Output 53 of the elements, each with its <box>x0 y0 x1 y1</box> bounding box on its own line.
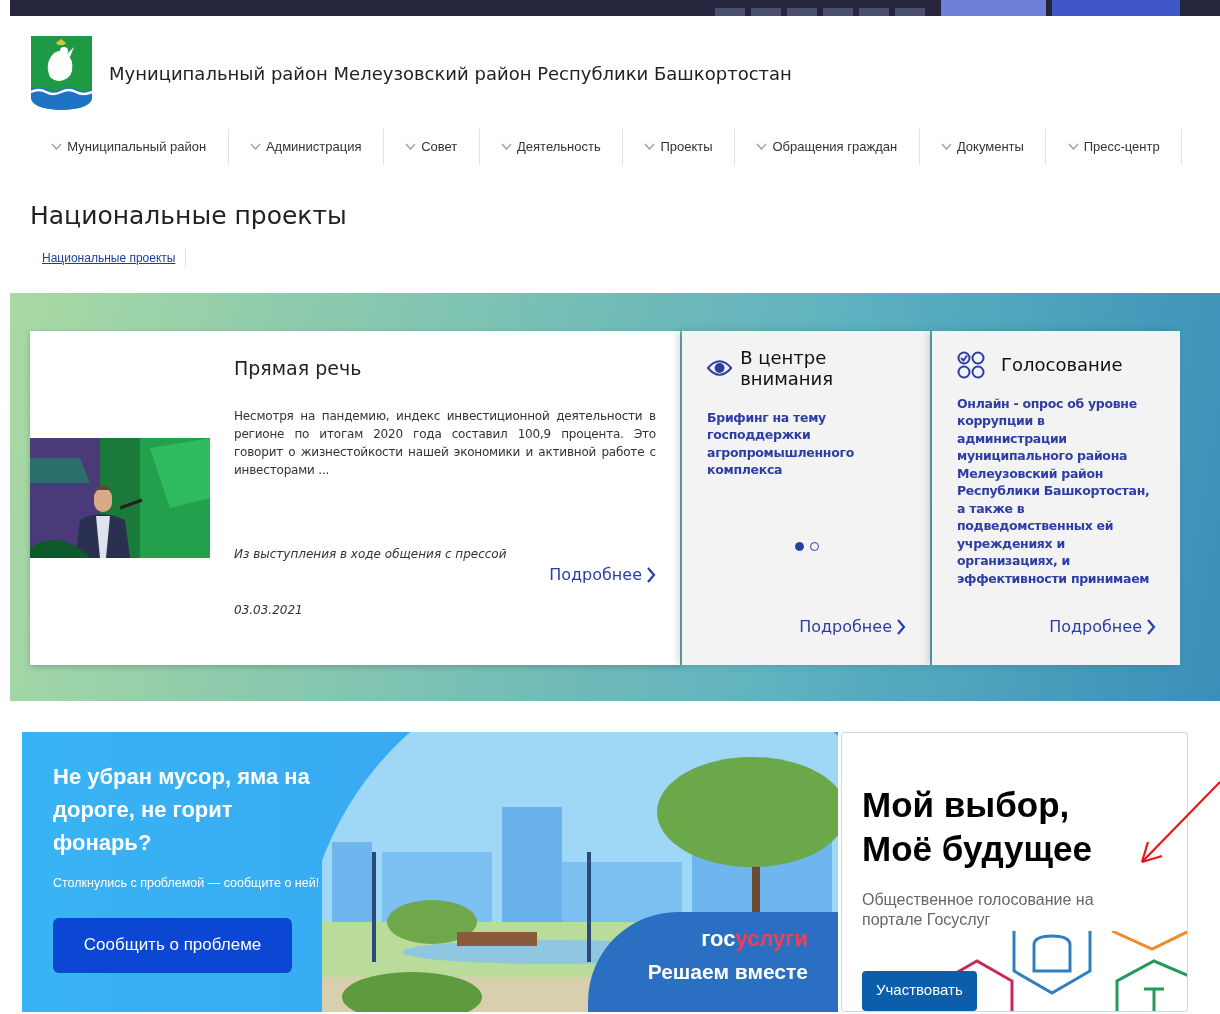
nav-item[interactable]: Проекты <box>623 129 735 165</box>
poll-icon <box>957 350 985 379</box>
report-button[interactable]: Сообщить о проблеме <box>53 917 292 973</box>
nav-item[interactable]: Муниципальный район <box>30 129 229 165</box>
chevron-down-icon <box>756 143 768 151</box>
toolbar-button[interactable] <box>715 8 745 16</box>
card-title: В центре внимания <box>740 346 835 389</box>
brand-slogan: Решаем вместе <box>647 958 808 985</box>
nav-item[interactable]: Совет <box>383 129 480 165</box>
toolbar-button[interactable] <box>751 8 781 16</box>
toolbar-button[interactable] <box>787 8 817 16</box>
news-link[interactable]: Брифинг на тему господдержки агропромышленного комплекса <box>707 408 906 479</box>
banner-heading: Не убран мусор, яма на дороге, не горит фонарь? <box>53 762 311 857</box>
news-date: 03.03.2021 <box>234 602 304 620</box>
news-link[interactable]: Онлайн - опрос об уровне коррупции в администрации муниципального района Мелеузовский район Республики Башкортостан, а также в подведомственных ей учреждениях и организациях, и эффективности принимаем <box>957 394 1156 587</box>
more-link[interactable]: Подробнее <box>799 614 906 639</box>
chevron-right-icon <box>1146 618 1156 635</box>
toolbar-button[interactable] <box>895 8 925 16</box>
nav-item[interactable]: Администрация <box>228 129 384 165</box>
chevron-down-icon <box>405 143 417 151</box>
participate-button[interactable]: Участвовать <box>862 970 977 1011</box>
chevron-down-icon <box>51 143 63 151</box>
toolbar-button[interactable] <box>823 8 853 16</box>
chevron-down-icon <box>249 143 261 151</box>
brand-logo: госуслуги <box>700 925 808 952</box>
site-title: Муниципальный район Мелеузовский район Республики Башкортостан <box>109 61 792 86</box>
news-caption: Из выступления в ходе общения с прессой <box>234 546 508 564</box>
more-link[interactable]: Подробнее <box>1049 614 1156 639</box>
more-link[interactable]: Подробнее <box>549 563 656 588</box>
chevron-down-icon <box>644 143 656 151</box>
banner-text: Столкнулись с проблемой — сообщите о ней! <box>53 874 321 892</box>
carousel-dot[interactable] <box>794 542 804 551</box>
chevron-down-icon <box>940 143 952 151</box>
chevron-down-icon <box>1067 143 1079 151</box>
coat-of-arms-icon <box>30 35 93 111</box>
chevron-right-icon <box>646 567 656 584</box>
banner-text: Общественное голосование на портале Госуслуг <box>862 889 1095 930</box>
news-text: Несмотря на пандемию, индекс инвестиционной деятельности в регионе по итогам 2020 года составил 100,9 процента. Это говорит о жизнестойкости нашей экономики и активной работе с инвесторами ... <box>234 408 656 480</box>
nav-item[interactable]: Обращения граждан <box>735 129 920 165</box>
card-title: Прямая речь <box>234 356 363 380</box>
nav-item[interactable]: Деятельность <box>479 129 624 165</box>
card-title: Голосование <box>1001 354 1123 375</box>
nav-item[interactable]: Пресс-центр <box>1046 129 1183 165</box>
chevron-right-icon <box>896 618 906 635</box>
toolbar-button[interactable] <box>941 0 1046 16</box>
breadcrumb-link[interactable]: Национальные проекты <box>42 248 187 267</box>
chevron-down-icon <box>501 143 513 151</box>
page-title: Национальные проекты <box>30 200 348 231</box>
toolbar-button[interactable] <box>1052 0 1180 16</box>
toolbar-button[interactable] <box>859 8 889 16</box>
eye-icon <box>707 358 733 377</box>
nav-item[interactable]: Документы <box>919 129 1047 165</box>
banner-heading: Мой выбор, Моё будущее <box>862 783 1093 870</box>
